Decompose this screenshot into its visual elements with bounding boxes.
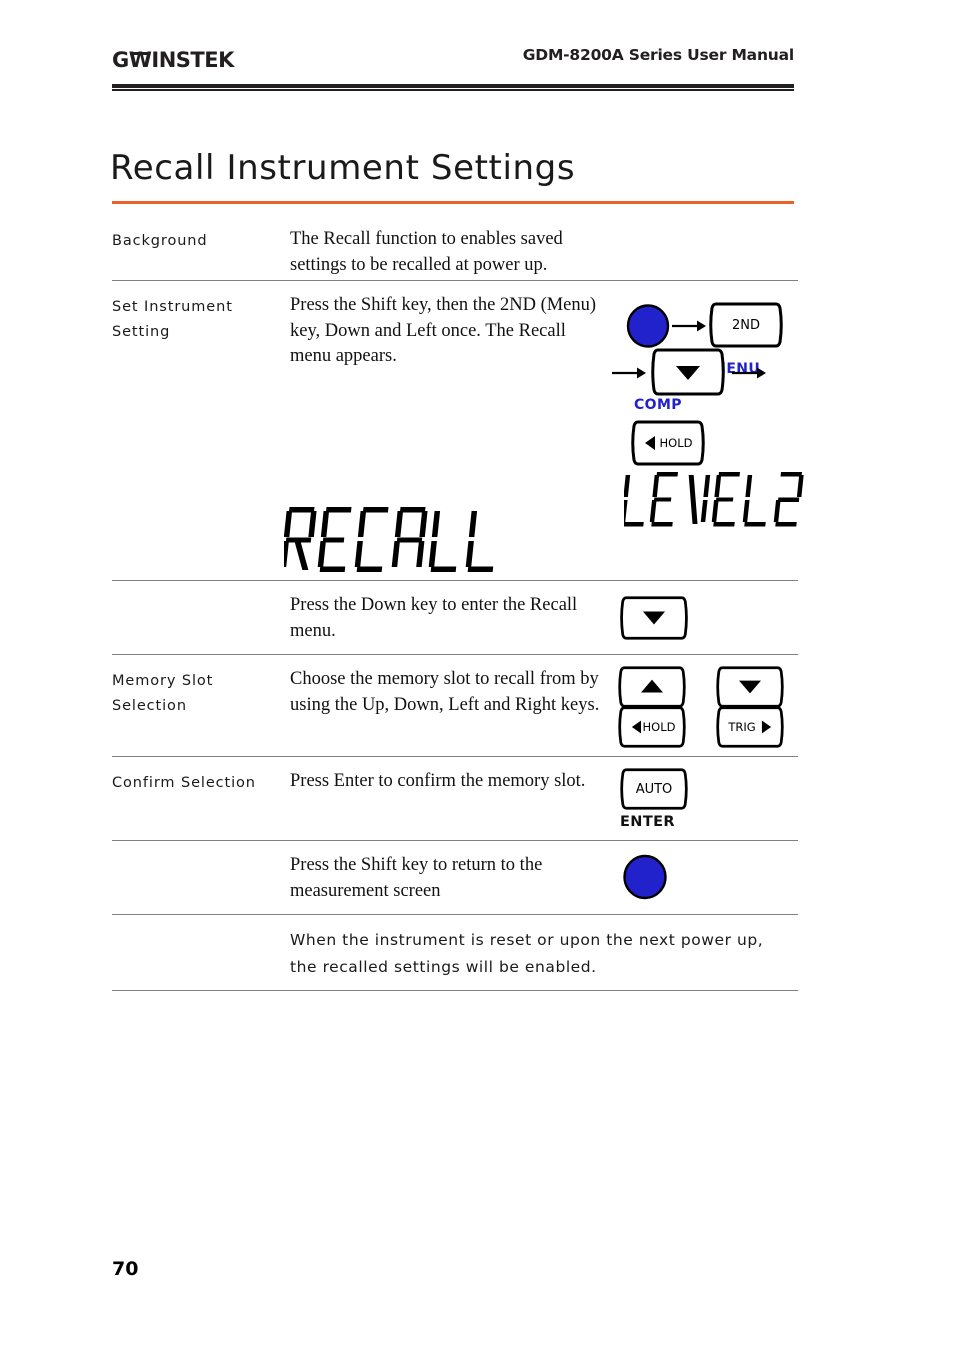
key-down[interactable] — [714, 665, 786, 709]
row-label — [112, 581, 290, 595]
logo-letter-w: W — [128, 48, 152, 72]
shift-key[interactable] — [622, 854, 668, 900]
table-row: When the instrument is reset or upon the… — [112, 915, 798, 991]
row-label: Memory Slot Selection — [112, 673, 214, 714]
header-rule-thick — [112, 84, 794, 88]
table-row: Confirm Selection Press Enter to confirm… — [112, 757, 798, 841]
logo-word-instek: INSTEK — [151, 48, 234, 72]
logo-w-underline — [129, 52, 151, 55]
table-row: Set Instrument Setting Press the Shift k… — [112, 281, 804, 581]
seven-segment-recall — [284, 507, 494, 572]
key-hold-left[interactable]: HOLD — [616, 705, 688, 749]
row-body: Choose the memory slot to recall from by… — [290, 669, 600, 715]
key-trig-right[interactable]: TRIG — [714, 705, 786, 749]
key-up[interactable] — [616, 665, 688, 709]
comp-label: COMP — [634, 397, 682, 413]
row-body: The Recall function to enables saved set… — [290, 229, 563, 275]
row-body: Press the Down key to enter the Recall m… — [290, 595, 578, 641]
logo-letter-g: G — [112, 48, 129, 72]
lcd-main-display — [284, 503, 508, 578]
arrow-right-icon — [612, 366, 646, 385]
page-header: G W INSTEK GDM-8200A Series User Manual — [112, 46, 794, 91]
table-row: Memory Slot Selection Choose the memory … — [112, 655, 798, 757]
row-label — [112, 915, 290, 929]
arrow-right-icon — [732, 366, 766, 385]
row-label: Background — [112, 233, 208, 249]
manual-title: GDM-8200A Series User Manual — [522, 46, 794, 64]
page-number: 70 — [112, 1258, 139, 1280]
key-down[interactable] — [650, 347, 726, 397]
table-row: Press the Shift key to return to the mea… — [112, 841, 798, 915]
row-label: Confirm Selection — [112, 775, 256, 791]
lcd-secondary-display — [624, 469, 810, 531]
key-down[interactable] — [618, 595, 690, 641]
key-auto[interactable]: AUTO — [618, 767, 690, 811]
key-hold-left[interactable]: HOLD — [630, 419, 706, 467]
row-body: When the instrument is reset or upon the… — [290, 931, 764, 976]
title-underline — [112, 201, 794, 204]
enter-label: ENTER — [620, 814, 676, 830]
seven-segment-level2 — [624, 472, 804, 527]
row-label: Set Instrument Setting — [112, 299, 233, 340]
row-body: Press the Shift key, then the 2ND (Menu)… — [290, 295, 597, 366]
procedure-table: Background The Recall function to enable… — [112, 215, 804, 991]
key-sequence-diagram: MENU 2ND COMP HOLD — [610, 281, 802, 466]
arrow-right-icon — [672, 319, 706, 338]
row-body: Press Enter to confirm the memory slot. — [290, 771, 586, 791]
shift-key[interactable] — [626, 304, 670, 348]
document-page: G W INSTEK GDM-8200A Series User Manual Re… — [0, 0, 954, 1350]
page-title: Recall Instrument Settings — [110, 148, 576, 188]
table-row: Press the Down key to enter the Recall m… — [112, 581, 798, 655]
gw-instek-logo: G W INSTEK — [112, 48, 234, 72]
key-2nd[interactable]: 2ND — [708, 301, 784, 349]
row-label — [112, 841, 290, 855]
row-body: Press the Shift key to return to the mea… — [290, 855, 543, 901]
header-rule-thin — [112, 89, 794, 91]
table-row: Background The Recall function to enable… — [112, 215, 798, 281]
